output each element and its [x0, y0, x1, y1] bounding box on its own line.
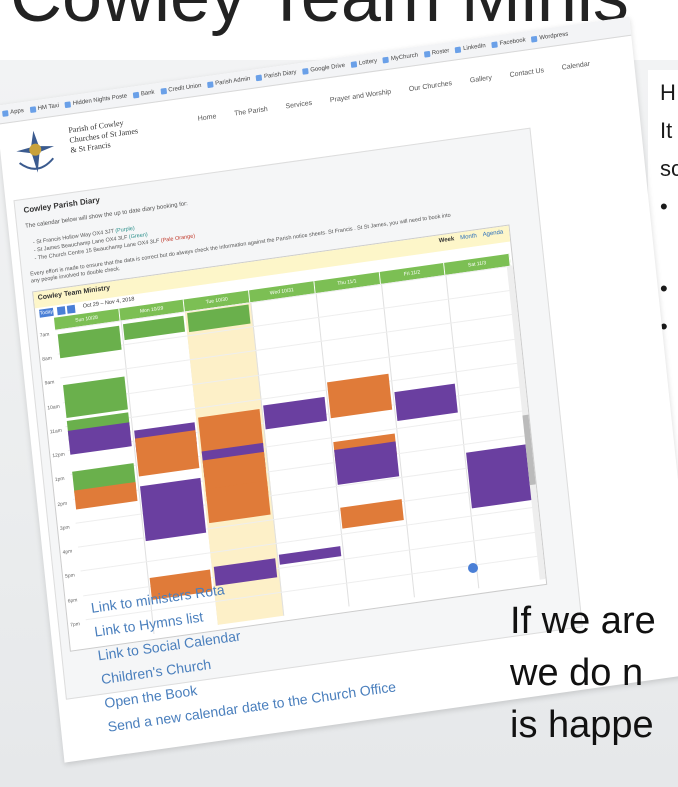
- time-label: 9am: [44, 379, 55, 388]
- bullet-icon: •: [660, 276, 668, 301]
- bookmark-icon: [64, 101, 72, 109]
- time-label: 1pm: [54, 476, 65, 484]
- bookmark-item[interactable]: Roster: [423, 48, 450, 58]
- prev-arrow-icon[interactable]: [56, 306, 66, 316]
- nav-churches[interactable]: Our Churches: [409, 80, 453, 93]
- bookmark-icon: [423, 50, 431, 58]
- bullet-icon: •: [660, 194, 668, 219]
- nav-prayer[interactable]: Prayer and Worship: [330, 89, 392, 105]
- bookmark-icon: [302, 67, 309, 75]
- bookmark-label: MyChurch: [390, 52, 419, 63]
- bookmark-item[interactable]: LinkedIn: [455, 43, 487, 54]
- bookmark-icon: [160, 87, 167, 95]
- time-label: 4pm: [62, 548, 73, 556]
- time-label: 6pm: [67, 596, 78, 605]
- bookmark-label: Facebook: [499, 37, 527, 48]
- next-arrow-icon[interactable]: [66, 304, 76, 314]
- parish-logo: [16, 130, 55, 173]
- bookmark-item[interactable]: Parish Diary: [255, 69, 297, 82]
- time-label: 5pm: [64, 572, 76, 580]
- bookmark-label: Roster: [431, 48, 450, 57]
- diary-title: Cowley Parish Diary: [23, 195, 101, 215]
- bookmark-icon: [207, 81, 214, 89]
- bookmark-label: LinkedIn: [462, 43, 487, 53]
- today-button[interactable]: Today: [39, 307, 54, 318]
- calendar-event[interactable]: [466, 444, 534, 508]
- bookmark-label: Bank: [140, 89, 155, 98]
- bookmark-item[interactable]: Parish Admin: [207, 76, 251, 89]
- view-agenda-tab[interactable]: Agenda: [482, 229, 503, 238]
- nav-calendar[interactable]: Calendar: [561, 61, 590, 72]
- bookmark-icon: [491, 41, 498, 49]
- bookmark-icon: [382, 56, 390, 64]
- bookmark-label: Google Drive: [310, 62, 346, 74]
- time-label: 11am: [49, 427, 63, 436]
- slide-text-line: sc: [660, 156, 678, 181]
- bookmark-label: Wordpress: [539, 31, 569, 42]
- slide-bottom-text: is happe: [510, 704, 654, 746]
- calendar-view-switcher: Week Month Agenda: [439, 229, 504, 244]
- bookmark-item[interactable]: Apps: [2, 108, 24, 117]
- time-label: 7am: [39, 331, 50, 339]
- bookmark-icon: [255, 74, 263, 82]
- time-label: 12pm: [52, 451, 66, 460]
- slide-text-line: H: [660, 80, 676, 105]
- calendar-title: Cowley Team Ministry: [37, 284, 111, 302]
- bookmark-label: Parish Diary: [263, 69, 297, 81]
- bookmark-icon: [531, 35, 538, 43]
- bookmark-label: Parish Admin: [214, 76, 251, 88]
- bookmark-icon: [455, 46, 462, 54]
- bookmark-item[interactable]: HM Taxi: [29, 102, 60, 114]
- nav-home[interactable]: Home: [198, 113, 217, 123]
- bookmark-icon: [2, 110, 9, 117]
- nav-gallery[interactable]: Gallery: [470, 74, 493, 84]
- bookmark-item[interactable]: MyChurch: [382, 52, 419, 64]
- slide-bottom-text: If we are: [510, 600, 656, 642]
- bookmark-icon: [350, 61, 358, 68]
- bookmark-item[interactable]: Lottery: [350, 58, 378, 68]
- bookmark-item[interactable]: Wordpress: [531, 31, 569, 43]
- calendar-event[interactable]: [139, 478, 207, 542]
- slide-text-line: It: [660, 118, 673, 143]
- bookmark-item[interactable]: Google Drive: [302, 63, 345, 75]
- nav-services[interactable]: Services: [285, 100, 312, 111]
- time-label: 7pm: [69, 620, 81, 629]
- time-label: 8am: [42, 355, 53, 363]
- slide-bottom-text: we do n: [510, 652, 644, 694]
- nav-parish[interactable]: The Parish: [234, 106, 268, 118]
- time-label: 10am: [47, 403, 61, 412]
- bookmark-item[interactable]: Credit Union: [160, 83, 202, 95]
- bookmark-icon: [29, 106, 37, 114]
- time-label: 2pm: [57, 500, 68, 508]
- bookmark-label: HM Taxi: [37, 102, 60, 112]
- view-month-tab[interactable]: Month: [460, 233, 477, 241]
- nav-contact[interactable]: Contact Us: [509, 67, 544, 79]
- time-label: 3pm: [59, 524, 71, 532]
- bookmark-item[interactable]: Bank: [132, 89, 155, 99]
- bookmark-label: Credit Union: [168, 82, 202, 94]
- zoom-icon[interactable]: [468, 563, 478, 573]
- bookmark-label: Lottery: [358, 58, 378, 67]
- bookmark-label: Hidden Nights Poste: [72, 93, 128, 108]
- bookmark-icon: [132, 91, 140, 99]
- bookmark-item[interactable]: Facebook: [491, 37, 527, 49]
- view-week-tab[interactable]: Week: [439, 236, 455, 244]
- parish-name: Parish of Cowley Churches of St James & …: [68, 111, 180, 156]
- bookmark-label: Apps: [9, 107, 25, 116]
